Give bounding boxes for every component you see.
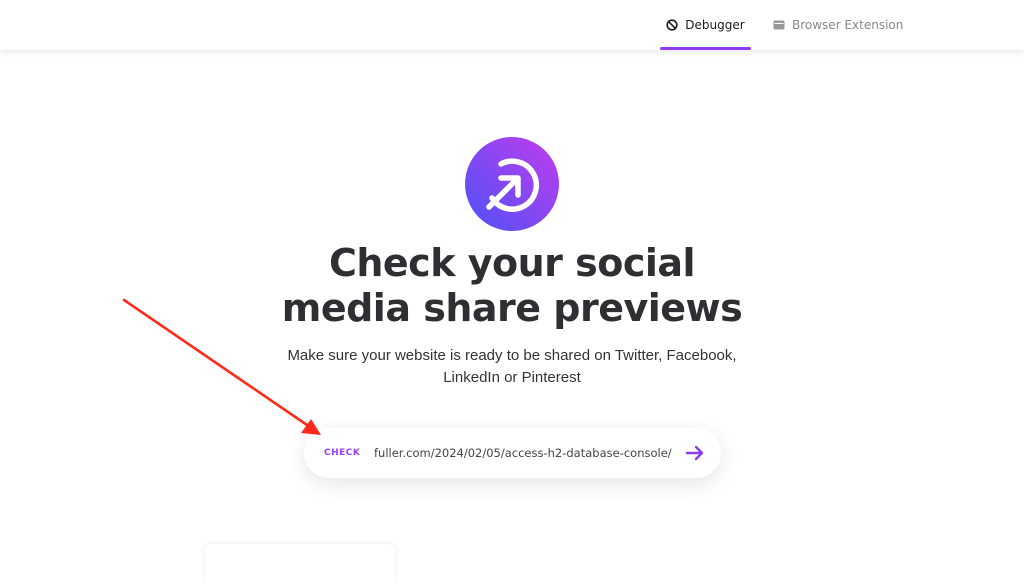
tab-browser-extension[interactable]: Browser Extension	[773, 0, 903, 50]
arrow-right-icon[interactable]	[683, 441, 707, 465]
url-search-bar: CHECK	[304, 428, 721, 478]
tab-debugger-label: Debugger	[685, 18, 745, 32]
page-title-line-2: media share previews	[281, 286, 743, 330]
check-label: CHECK	[324, 448, 361, 458]
circle-arrow-logo	[465, 137, 559, 231]
browser-window-icon	[773, 20, 785, 30]
url-input[interactable]	[374, 441, 674, 465]
preview-card	[205, 544, 395, 584]
page-subtitle-line-1: Make sure your website is ready to be sh…	[287, 347, 737, 364]
tab-browser-extension-label: Browser Extension	[792, 18, 904, 32]
page-title: Check your social media share previews	[212, 241, 812, 331]
page-subtitle: Make sure your website is ready to be sh…	[252, 345, 772, 389]
tab-debugger[interactable]: Debugger	[660, 0, 751, 50]
page-subtitle-line-2: LinkedIn or Pinterest	[443, 369, 581, 386]
ban-icon	[666, 19, 678, 31]
page-title-line-1: Check your social	[328, 241, 696, 285]
top-navigation: Debugger Browser Extension	[0, 0, 1024, 50]
